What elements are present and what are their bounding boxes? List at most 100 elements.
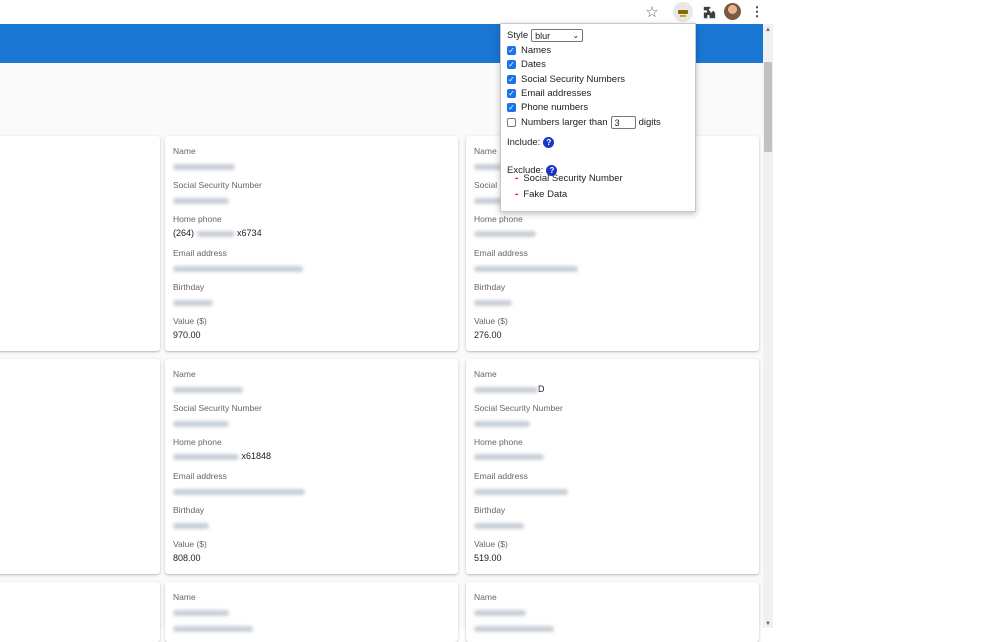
option-label: Phone numbers bbox=[521, 102, 589, 113]
dates-checkbox[interactable]: ✓ bbox=[507, 60, 516, 69]
name-label: Name bbox=[173, 369, 196, 379]
value-label: Value ($) bbox=[474, 539, 508, 549]
style-label: Style bbox=[507, 30, 529, 41]
browser-menu-icon[interactable]: ⋮ bbox=[748, 3, 766, 21]
value-label: Value ($) bbox=[173, 539, 207, 549]
phone-value: (264) x6734 bbox=[173, 228, 262, 238]
value-label: Value ($) bbox=[173, 316, 207, 326]
phone-value bbox=[474, 228, 536, 238]
person-card: Name Social Security Number Home phone (… bbox=[165, 136, 458, 351]
digits-suffix: digits bbox=[638, 117, 661, 128]
email-label: Email address bbox=[474, 471, 528, 481]
name-value bbox=[173, 384, 243, 394]
card bbox=[0, 136, 160, 351]
email-value bbox=[173, 263, 303, 273]
include-row: Include: ? bbox=[507, 131, 555, 148]
ssn-value bbox=[173, 418, 229, 428]
option-label: Names bbox=[521, 45, 552, 56]
birthday-label: Birthday bbox=[474, 282, 506, 292]
phone-checkbox[interactable]: ✓ bbox=[507, 103, 516, 112]
name-label: Name bbox=[474, 369, 497, 379]
ssn-value bbox=[173, 195, 229, 205]
include-label: Include: bbox=[507, 137, 541, 148]
birthday-value bbox=[474, 520, 524, 530]
value-label: Value ($) bbox=[474, 316, 508, 326]
birthday-value bbox=[173, 520, 209, 530]
ssn-checkbox[interactable]: ✓ bbox=[507, 75, 516, 84]
remove-icon[interactable]: - bbox=[515, 173, 518, 184]
phone-label: Home phone bbox=[173, 214, 222, 224]
birthday-label: Birthday bbox=[474, 505, 506, 515]
redaction-settings-popup: Style blur ⌄ ✓ Names ✓ Dates ✓ Social Se… bbox=[500, 23, 696, 212]
numbers-checkbox[interactable] bbox=[507, 118, 516, 127]
option-email[interactable]: ✓ Email addresses bbox=[507, 88, 591, 99]
person-card: Name bbox=[466, 582, 759, 642]
option-label: Social Security Numbers bbox=[521, 74, 626, 85]
option-ssn[interactable]: ✓ Social Security Numbers bbox=[507, 74, 625, 85]
style-select[interactable]: blur ⌄ bbox=[531, 29, 584, 42]
value-amount: 808.00 bbox=[173, 553, 201, 563]
email-value bbox=[474, 486, 568, 496]
ssn-value bbox=[474, 418, 530, 428]
phone-label: Home phone bbox=[173, 437, 222, 447]
name-label: Name bbox=[474, 592, 497, 602]
remove-icon[interactable]: - bbox=[515, 189, 518, 200]
ssn-label: Social Security Number bbox=[173, 180, 262, 190]
vertical-scrollbar[interactable]: ▲ ▼ bbox=[763, 24, 773, 628]
digits-input-value: 3 bbox=[614, 117, 620, 128]
exclude-item: - Social Security Number bbox=[515, 173, 623, 184]
email-label: Email address bbox=[474, 248, 528, 258]
ssn-label-blurred bbox=[173, 623, 253, 633]
email-label: Email address bbox=[173, 248, 227, 258]
option-phone[interactable]: ✓ Phone numbers bbox=[507, 102, 588, 113]
style-row: Style blur ⌄ bbox=[507, 29, 584, 42]
ssn-label: Social Security Number bbox=[474, 403, 563, 413]
extensions-puzzle-icon[interactable] bbox=[700, 3, 718, 21]
phone-value bbox=[474, 451, 544, 461]
option-dates[interactable]: ✓ Dates bbox=[507, 59, 546, 70]
value-amount: 519.00 bbox=[474, 553, 502, 563]
browser-toolbar: ☆ ⋮ bbox=[0, 0, 773, 24]
email-value bbox=[173, 486, 305, 496]
name-label: Name bbox=[173, 146, 196, 156]
option-names[interactable]: ✓ Names bbox=[507, 45, 551, 56]
card bbox=[0, 582, 160, 642]
ssn-label: Social bbox=[474, 180, 498, 190]
email-label: Email address bbox=[173, 471, 227, 481]
scroll-thumb[interactable] bbox=[764, 62, 772, 152]
email-value bbox=[474, 263, 578, 273]
include-help-icon[interactable]: ? bbox=[543, 137, 555, 148]
names-checkbox[interactable]: ✓ bbox=[507, 46, 516, 55]
phone-label: Home phone bbox=[474, 214, 523, 224]
name-label: Name bbox=[474, 146, 497, 156]
scroll-up-arrow-icon[interactable]: ▲ bbox=[763, 26, 773, 34]
redaction-extension-icon[interactable] bbox=[673, 2, 693, 22]
exclude-item: - Fake Data bbox=[515, 189, 567, 200]
option-numbers[interactable]: Numbers larger than 3 digits bbox=[507, 116, 661, 129]
scroll-down-arrow-icon[interactable]: ▼ bbox=[763, 620, 773, 628]
person-card: Name D Social Security Number Home phone… bbox=[466, 359, 759, 574]
profile-avatar[interactable] bbox=[724, 3, 741, 20]
email-checkbox[interactable]: ✓ bbox=[507, 89, 516, 98]
person-card: Name Social Security Number Home phone x… bbox=[165, 359, 458, 574]
exclude-item-label: Fake Data bbox=[523, 189, 568, 200]
phone-value: x61848 bbox=[173, 451, 271, 461]
bookmark-star-icon[interactable]: ☆ bbox=[643, 3, 661, 21]
birthday-value bbox=[474, 297, 512, 307]
value-amount: 970.00 bbox=[173, 330, 201, 340]
exclude-item-label: Social Security Number bbox=[523, 173, 623, 184]
option-label: Numbers larger than bbox=[521, 117, 608, 128]
digits-input[interactable]: 3 bbox=[610, 116, 636, 129]
person-card: Name bbox=[165, 582, 458, 642]
birthday-label: Birthday bbox=[173, 282, 205, 292]
card bbox=[0, 359, 160, 574]
birthday-value bbox=[173, 297, 213, 307]
birthday-label: Birthday bbox=[173, 505, 205, 515]
option-label: Email addresses bbox=[521, 88, 592, 99]
ssn-label: Social Security Number bbox=[173, 403, 262, 413]
name-label: Name bbox=[173, 592, 196, 602]
style-select-value: blur bbox=[535, 30, 551, 41]
name-value: D bbox=[474, 384, 545, 394]
chevron-down-icon: ⌄ bbox=[572, 31, 580, 40]
option-label: Dates bbox=[521, 59, 546, 70]
